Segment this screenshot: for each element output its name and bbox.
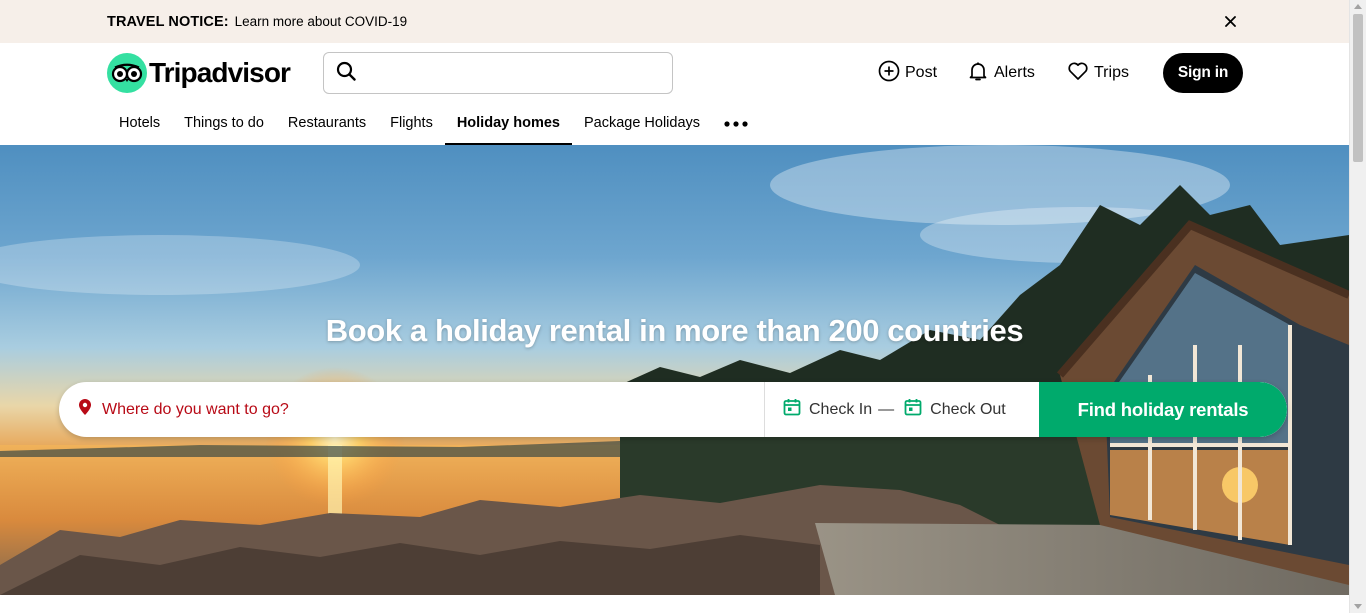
nav-restaurants[interactable]: Restaurants xyxy=(276,103,378,145)
destination-field[interactable]: Where do you want to go? xyxy=(59,382,765,437)
date-range-picker[interactable]: Check In — Check Out xyxy=(765,382,1039,437)
post-label: Post xyxy=(905,64,938,81)
nav-things-to-do[interactable]: Things to do xyxy=(172,103,276,145)
owl-logo-icon xyxy=(107,53,147,93)
site-search[interactable] xyxy=(323,52,673,94)
sign-in-button[interactable]: Sign in xyxy=(1163,53,1243,93)
trips-label: Trips xyxy=(1094,64,1129,81)
hero-title: Book a holiday rental in more than 200 c… xyxy=(325,313,1024,348)
destination-placeholder: Where do you want to go? xyxy=(102,400,289,418)
site-header: Tripadvisor Post Alerts Trips Sign in Ho… xyxy=(0,43,1349,145)
scroll-up-arrow-icon[interactable] xyxy=(1354,4,1362,9)
heart-icon xyxy=(1067,60,1089,87)
travel-notice[interactable]: TRAVEL NOTICE: Learn more about COVID-19 xyxy=(107,13,407,31)
post-button[interactable]: Post xyxy=(878,60,938,87)
nav-package-holidays[interactable]: Package Holidays xyxy=(572,103,712,145)
nav-hotels[interactable]: Hotels xyxy=(107,103,172,145)
tripadvisor-logo[interactable]: Tripadvisor xyxy=(107,53,291,93)
map-pin-icon xyxy=(78,398,92,421)
page-scrollbar[interactable] xyxy=(1349,0,1366,613)
trips-button[interactable]: Trips xyxy=(1067,61,1129,85)
alerts-button[interactable]: Alerts xyxy=(967,61,1035,85)
plus-circle-icon xyxy=(878,60,900,87)
check-in-field[interactable]: Check In xyxy=(783,398,872,421)
main-nav: Hotels Things to do Restaurants Flights … xyxy=(107,103,760,145)
check-in-label: Check In xyxy=(809,400,873,418)
holiday-rental-search-bar: Where do you want to go? Check In — Chec… xyxy=(59,382,1287,437)
date-separator: — xyxy=(878,400,895,418)
more-dots-icon[interactable] xyxy=(712,103,760,145)
hero-landscape-image xyxy=(0,145,1349,595)
bell-icon xyxy=(967,60,989,87)
search-icon xyxy=(336,61,356,86)
find-holiday-rentals-button[interactable]: Find holiday rentals xyxy=(1039,382,1287,437)
calendar-icon xyxy=(783,398,801,421)
search-input[interactable] xyxy=(366,64,656,82)
nav-holiday-homes[interactable]: Holiday homes xyxy=(444,103,573,145)
travel-notice-label: TRAVEL NOTICE: xyxy=(107,14,229,30)
alerts-label: Alerts xyxy=(994,64,1035,81)
logo-wordmark: Tripadvisor xyxy=(149,57,291,88)
check-out-label: Check Out xyxy=(930,400,1006,418)
calendar-icon xyxy=(904,398,922,421)
close-icon[interactable] xyxy=(1222,13,1239,30)
covid-info-link[interactable]: Learn more about COVID-19 xyxy=(235,14,408,29)
scroll-down-arrow-icon[interactable] xyxy=(1354,604,1362,609)
check-out-field[interactable]: Check Out xyxy=(904,398,1006,421)
travel-notice-bar: TRAVEL NOTICE: Learn more about COVID-19 xyxy=(0,0,1349,43)
nav-flights[interactable]: Flights xyxy=(378,103,445,145)
hero-banner: Book a holiday rental in more than 200 c… xyxy=(0,145,1349,595)
scrollbar-thumb[interactable] xyxy=(1353,14,1363,162)
